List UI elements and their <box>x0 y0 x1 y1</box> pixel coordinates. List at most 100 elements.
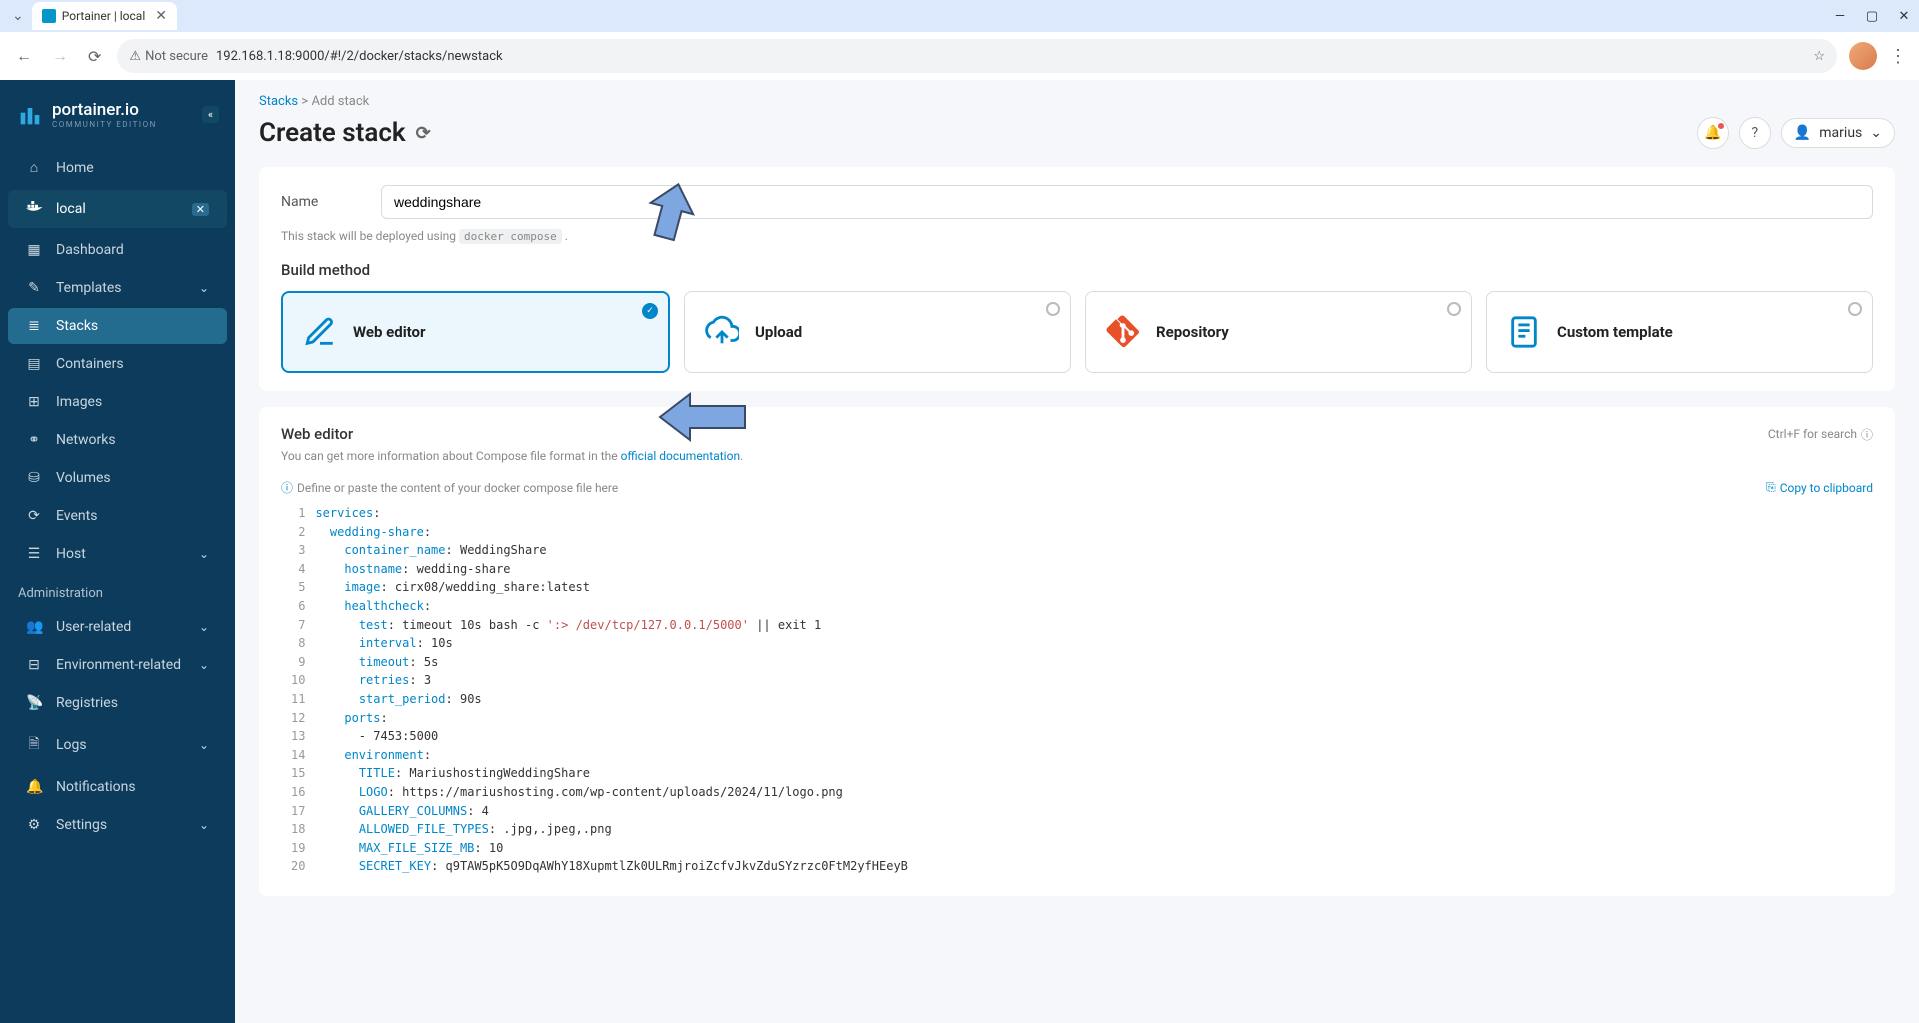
code-content[interactable]: services: wedding-share: container_name:… <box>315 502 1873 878</box>
profile-avatar[interactable] <box>1849 42 1877 70</box>
nav-icon: 🔔 <box>26 779 42 795</box>
nav-icon: ⛁ <box>26 470 42 486</box>
docs-link[interactable]: official documentation <box>621 449 741 463</box>
sidebar-item-label: User-related <box>56 619 131 635</box>
sidebar-item-user-related[interactable]: 👥 User-related ⌄ <box>8 609 227 645</box>
help-icon[interactable]: ⓘ <box>1861 426 1873 443</box>
sidebar-item-label: Events <box>56 508 97 524</box>
chevron-down-icon: ⌄ <box>199 738 209 752</box>
help-button[interactable]: ? <box>1739 117 1771 149</box>
sidebar-item-label: Dashboard <box>56 242 124 258</box>
sidebar-item-label: Logs <box>56 737 87 753</box>
chevron-down-icon: ⌄ <box>199 658 209 672</box>
sidebar-item-label: Templates <box>56 280 122 296</box>
sidebar-item-events[interactable]: ⟳ Events <box>8 498 227 534</box>
sidebar-item-registries[interactable]: 📡Registries <box>8 685 227 721</box>
sidebar-item-images[interactable]: ⊞Images <box>8 384 227 420</box>
back-button[interactable]: ← <box>12 42 36 70</box>
code-editor[interactable]: 1234567891011121314151617181920 services… <box>281 502 1873 878</box>
build-method-title: Build method <box>281 261 1873 279</box>
notifications-button[interactable]: 🔔 <box>1697 117 1729 149</box>
option-web-editor[interactable]: Web editor✓ <box>281 291 670 373</box>
tab-close-icon[interactable]: ✕ <box>155 8 167 24</box>
option-upload[interactable]: Upload <box>684 291 1071 373</box>
stack-name-input[interactable] <box>381 185 1873 219</box>
docker-icon <box>26 200 42 218</box>
sidebar-item-label: Networks <box>56 432 116 448</box>
option-label: Web editor <box>353 323 426 341</box>
sidebar-item-label: Environment-related <box>56 657 181 673</box>
chevron-down-icon: ⌄ <box>199 620 209 634</box>
user-name: marius <box>1819 125 1862 141</box>
option-repository[interactable]: Repository <box>1085 291 1472 373</box>
warning-icon: ⚠ <box>129 49 141 64</box>
nav-icon: ▦ <box>26 242 42 258</box>
nav-icon: ≣ <box>26 318 42 334</box>
bell-icon: 🔔 <box>1704 125 1721 141</box>
sidebar-item-home[interactable]: ⌂ Home <box>8 149 227 186</box>
sidebar-item-environment[interactable]: local ✕ <box>8 190 227 228</box>
nav-icon: ⊟ <box>26 657 42 673</box>
browser-tab[interactable]: Portainer | local ✕ <box>32 2 177 30</box>
editor-placeholder-hint: ⓘ Define or paste the content of your do… <box>281 479 618 496</box>
maximize-button[interactable]: ▢ <box>1865 9 1879 24</box>
help-icon: ? <box>1752 125 1759 141</box>
sidebar-logo[interactable]: portainer.io COMMUNITY EDITION « <box>0 90 235 147</box>
nav-icon: ▤ <box>26 356 42 372</box>
nav-icon: ⚙ <box>26 817 42 833</box>
sidebar-item-logs[interactable]: 🗎 Logs ⌄ <box>8 723 227 767</box>
sidebar-item-label: Notifications <box>56 779 136 795</box>
editor-card: Web editor Ctrl+F for search ⓘ You can g… <box>259 407 1895 896</box>
sidebar-item-settings[interactable]: ⚙Settings⌄ <box>8 807 227 843</box>
sidebar-item-label: Home <box>56 160 94 176</box>
refresh-icon[interactable]: ⟳ <box>416 123 431 144</box>
page-title: Create stack ⟳ <box>259 118 431 148</box>
minimize-button[interactable]: — <box>1833 9 1847 24</box>
git-icon <box>1104 313 1142 351</box>
sidebar-item-networks[interactable]: ⚭ Networks <box>8 422 227 458</box>
reload-button[interactable]: ⟳ <box>84 43 105 70</box>
chevron-down-icon: ⌄ <box>199 547 209 561</box>
user-menu[interactable]: 👤 marius ⌄ <box>1781 118 1895 148</box>
build-method-options: Web editor✓UploadRepositoryCustom templa… <box>281 291 1873 373</box>
sidebar-item-label: Stacks <box>56 318 98 334</box>
bookmark-icon[interactable]: ☆ <box>1813 49 1825 64</box>
breadcrumb-current: Add stack <box>311 94 369 109</box>
sidebar-item-templates[interactable]: ✎Templates⌄ <box>8 270 227 306</box>
breadcrumb-stacks[interactable]: Stacks <box>259 94 298 109</box>
editor-title: Web editor <box>281 425 353 443</box>
sidebar-item-environment-related[interactable]: ⊟ Environment-related ⌄ <box>8 647 227 683</box>
sidebar-item-containers[interactable]: ▤ Containers <box>8 346 227 382</box>
nav-icon: 🗎 <box>26 733 42 757</box>
close-window-button[interactable]: ✕ <box>1897 9 1911 24</box>
logo-subtitle: COMMUNITY EDITION <box>52 120 157 129</box>
url-bar[interactable]: ⚠ Not secure 192.168.1.18:9000/#!/2/dock… <box>117 39 1837 73</box>
nav-icon: ⊞ <box>26 394 42 410</box>
name-card: Name This stack will be deployed using d… <box>259 167 1895 391</box>
forward-button[interactable]: → <box>48 42 72 70</box>
nav-icon: ⚭ <box>26 432 42 448</box>
sidebar-item-dashboard[interactable]: ▦ Dashboard <box>8 232 227 268</box>
collapse-sidebar-button[interactable]: « <box>202 106 219 123</box>
radio-icon <box>1046 302 1060 316</box>
close-env-icon[interactable]: ✕ <box>192 203 209 216</box>
browser-menu-icon[interactable]: ⋮ <box>1889 46 1907 67</box>
copy-to-clipboard-button[interactable]: ⎘ Copy to clipboard <box>1766 480 1873 495</box>
sidebar-item-label: Containers <box>56 356 124 372</box>
sidebar-item-label: Registries <box>56 695 118 711</box>
template-icon <box>1505 313 1543 351</box>
chevron-down-icon: ⌄ <box>1870 125 1882 141</box>
nav-icon: 👥 <box>26 619 42 635</box>
url-text: 192.168.1.18:9000/#!/2/docker/stacks/new… <box>216 49 503 64</box>
sidebar-item-volumes[interactable]: ⛁Volumes <box>8 460 227 496</box>
sidebar-item-notifications[interactable]: 🔔 Notifications <box>8 769 227 805</box>
sidebar-item-label: Settings <box>56 817 107 833</box>
tab-dropdown-icon[interactable]: ⌄ <box>8 4 28 28</box>
chevron-down-icon: ⌄ <box>199 281 209 295</box>
nav-icon: ⟳ <box>26 508 42 524</box>
not-secure-badge[interactable]: ⚠ Not secure <box>129 49 208 64</box>
radio-icon <box>1848 302 1862 316</box>
option-custom-template[interactable]: Custom template <box>1486 291 1873 373</box>
sidebar-item-stacks[interactable]: ≣ Stacks <box>8 308 227 344</box>
sidebar-item-host[interactable]: ☰Host⌄ <box>8 536 227 572</box>
